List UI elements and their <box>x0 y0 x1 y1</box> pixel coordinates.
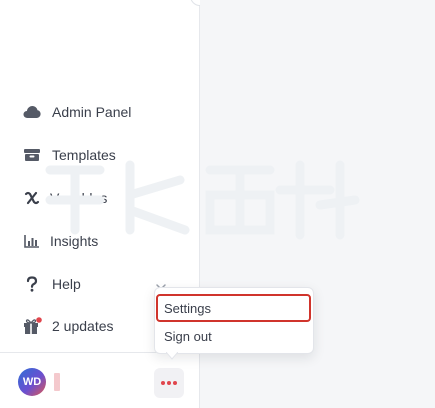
templates-icon <box>22 145 42 165</box>
menu-pointer-arrow <box>166 352 178 360</box>
sidebar-item-label: Insights <box>50 233 99 249</box>
gift-icon <box>22 316 42 336</box>
sidebar-item-admin-panel[interactable]: Admin Panel <box>0 95 199 129</box>
question-icon <box>22 274 42 294</box>
dot-icon <box>161 381 165 385</box>
sidebar-item-templates[interactable]: Templates <box>0 138 199 172</box>
variable-x-icon <box>22 188 42 208</box>
sidebar-item-label: Variables <box>50 190 108 206</box>
menu-item-settings[interactable]: Settings <box>156 294 311 322</box>
sidebar-item-insights[interactable]: Insights <box>0 224 199 258</box>
sidebar-item-label: 2 updates <box>52 318 114 334</box>
user-name-placeholder <box>54 373 60 391</box>
sidebar-item-label: Templates <box>52 147 116 163</box>
dot-icon <box>173 381 177 385</box>
user-dropdown-menu: Settings Sign out <box>154 287 314 354</box>
sidebar-item-label: Admin Panel <box>52 104 132 120</box>
more-options-button[interactable] <box>154 368 184 398</box>
menu-item-sign-out[interactable]: Sign out <box>155 322 313 350</box>
cloud-icon <box>22 102 42 122</box>
sidebar-item-label: Help <box>52 276 81 292</box>
avatar[interactable]: WD <box>18 368 46 396</box>
dot-icon <box>167 381 171 385</box>
bar-chart-icon <box>22 231 42 251</box>
sidebar-item-variables[interactable]: Variables <box>0 181 199 215</box>
